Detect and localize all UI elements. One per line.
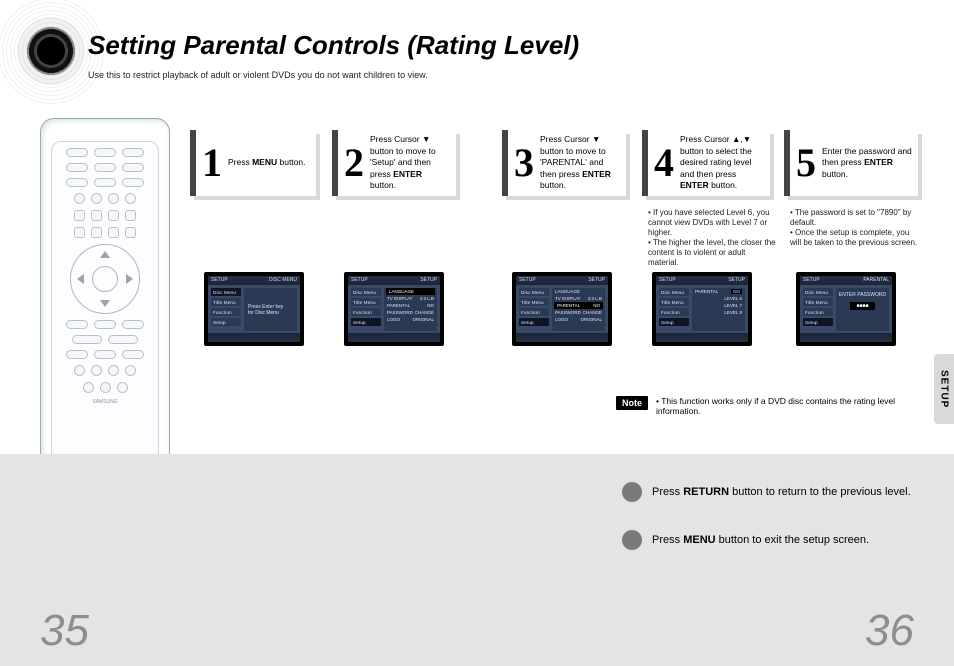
step-2: 2 Press Cursor ▼ button to move to 'Setu… — [332, 130, 456, 196]
step-5: 5 Enter the password and then press ENTE… — [784, 130, 918, 196]
page-subtitle: Use this to restrict playback of adult o… — [88, 70, 428, 80]
page-title: Setting Parental Controls (Rating Level) — [88, 30, 579, 61]
note-text: This function works only if a DVD disc c… — [656, 396, 920, 416]
step-5-text: Enter the password and then press ENTER … — [822, 146, 912, 180]
page-number-right: 36 — [865, 606, 914, 656]
step-2-num: 2 — [344, 143, 364, 183]
screenshot-4: SETUPSETUP Disc Menu Title Menu Function… — [652, 272, 752, 346]
screenshot-3: SETUPSETUP Disc Menu Title Menu Function… — [512, 272, 612, 346]
page-number-left: 35 — [40, 606, 89, 656]
screenshot-2: SETUPSETUP Disc Menu Title Menu Function… — [344, 272, 444, 346]
manual-page: Setting Parental Controls (Rating Level)… — [0, 0, 954, 666]
step-3-num: 3 — [514, 143, 534, 183]
step-4-text: Press Cursor ▲,▼ button to select the de… — [680, 134, 764, 191]
step-3-text: Press Cursor ▼ button to move to 'PARENT… — [540, 134, 620, 191]
step-1-num: 1 — [202, 143, 222, 183]
section-tab: SETUP — [934, 354, 954, 424]
note-row: Note This function works only if a DVD d… — [616, 396, 920, 416]
step-1: 1 Press MENU button. — [190, 130, 316, 196]
step-4: 4 Press Cursor ▲,▼ button to select the … — [642, 130, 770, 196]
speaker-icon — [6, 6, 96, 96]
note-label: Note — [616, 396, 648, 410]
step-1-text: Press MENU button. — [228, 157, 305, 168]
screenshot-1: SETUPDISC MENU Disc Menu Title Menu Func… — [204, 272, 304, 346]
menu-icon — [622, 530, 642, 550]
step-3: 3 Press Cursor ▼ button to move to 'PARE… — [502, 130, 626, 196]
step-5-num: 5 — [796, 143, 816, 183]
step-4-info: If you have selected Level 6, you cannot… — [648, 208, 778, 268]
bottom-panel: Press RETURN button to return to the pre… — [0, 454, 954, 666]
return-icon — [622, 482, 642, 502]
screenshot-5: SETUPPARENTAL Disc Menu Title Menu Funct… — [796, 272, 896, 346]
hint-menu: Press MENU button to exit the setup scre… — [622, 530, 869, 550]
step-5-info: The password is set to "7890" by default… — [790, 208, 920, 248]
hint-return: Press RETURN button to return to the pre… — [622, 482, 911, 502]
step-2-text: Press Cursor ▼ button to move to 'Setup'… — [370, 134, 450, 191]
step-4-num: 4 — [654, 143, 674, 183]
